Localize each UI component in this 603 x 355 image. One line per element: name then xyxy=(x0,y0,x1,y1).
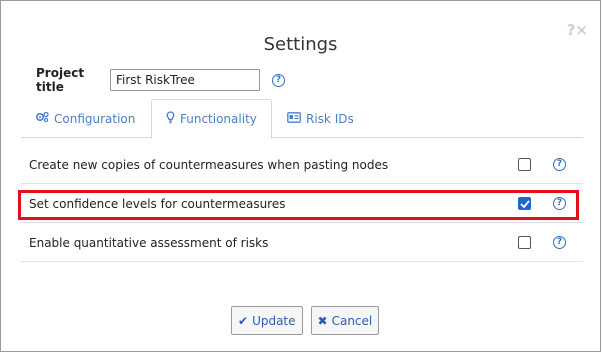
option-checkbox[interactable] xyxy=(518,158,531,171)
cancel-button[interactable]: ✖ Cancel xyxy=(310,306,380,335)
update-button-label: Update xyxy=(252,313,296,328)
dialog-buttons: ✔ Update ✖ Cancel xyxy=(231,306,380,335)
dialog-title: Settings xyxy=(263,34,338,55)
settings-tabs: Configuration Functionality Risk IDs xyxy=(21,99,583,139)
close-icon: ✖ xyxy=(317,313,328,328)
update-button[interactable]: ✔ Update xyxy=(231,306,303,335)
project-title-input[interactable] xyxy=(110,69,260,91)
project-title-row: Project title ? xyxy=(36,66,285,94)
option-label: Enable quantitative assessment of risks xyxy=(29,235,269,250)
cancel-button-label: Cancel xyxy=(331,313,373,328)
project-title-label: Project title xyxy=(36,66,85,94)
option-row-copy-countermeasures: Create new copies of countermeasures whe… xyxy=(21,146,583,184)
highlight-box xyxy=(18,190,579,220)
option-label: Create new copies of countermeasures whe… xyxy=(29,157,389,172)
option-checkbox[interactable] xyxy=(518,236,531,249)
tab-risk-ids[interactable]: Risk IDs xyxy=(273,99,368,138)
tab-functionality[interactable]: Functionality xyxy=(151,99,272,139)
check-icon: ✔ xyxy=(238,313,249,328)
tab-risk-ids-label: Risk IDs xyxy=(306,111,354,126)
tab-functionality-label: Functionality xyxy=(180,112,257,126)
option-row-quantitative-assessment: Enable quantitative assessment of risks … xyxy=(21,224,583,262)
project-title-help-icon[interactable]: ? xyxy=(272,73,285,87)
id-card-icon xyxy=(287,111,301,126)
gears-icon xyxy=(35,111,49,126)
tab-configuration[interactable]: Configuration xyxy=(21,99,149,138)
option-help-icon[interactable]: ? xyxy=(553,158,566,171)
option-help-icon[interactable]: ? xyxy=(553,236,566,249)
settings-dialog: ? × Settings Project title ? Configurati… xyxy=(0,0,601,352)
lightbulb-icon xyxy=(166,111,175,127)
tab-configuration-label: Configuration xyxy=(54,111,136,126)
